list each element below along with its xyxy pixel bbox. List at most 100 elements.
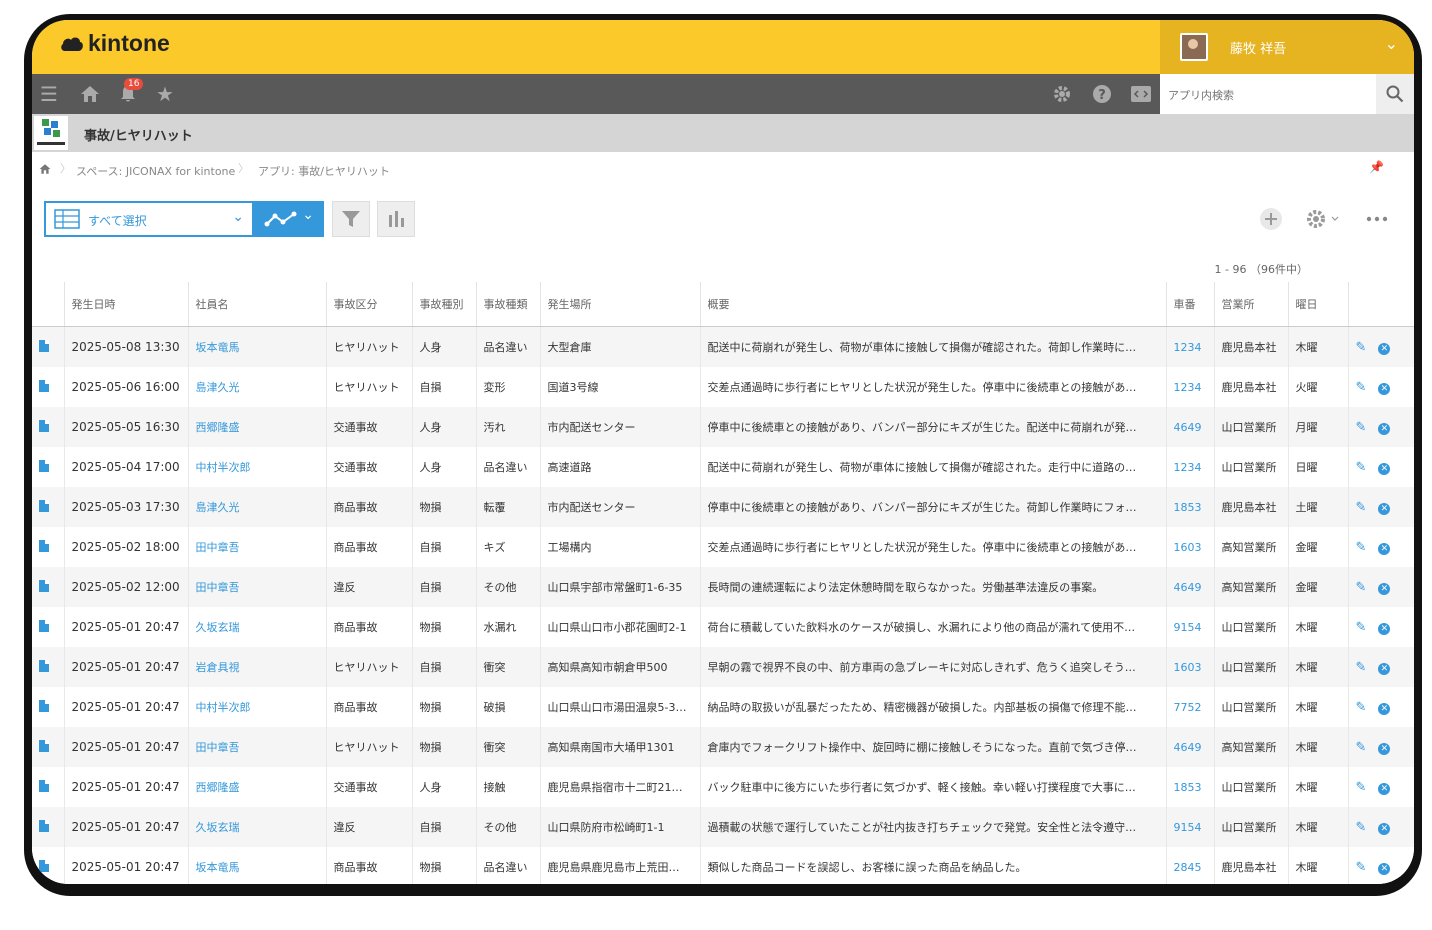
- document-icon[interactable]: [39, 859, 49, 872]
- home-icon[interactable]: [80, 84, 100, 104]
- code-icon[interactable]: [1130, 84, 1152, 104]
- employee-link[interactable]: 岩倉具視: [188, 647, 327, 687]
- column-header[interactable]: 営業所: [1214, 282, 1289, 327]
- help-icon[interactable]: ?: [1092, 84, 1112, 104]
- menu-icon[interactable]: ☰: [40, 82, 58, 106]
- delete-icon[interactable]: ✕: [1378, 342, 1391, 355]
- search-button[interactable]: [1376, 74, 1414, 114]
- edit-icon[interactable]: ✎: [1356, 540, 1367, 555]
- vehicle-number-link[interactable]: 4649: [1166, 567, 1215, 607]
- delete-icon[interactable]: ✕: [1378, 822, 1391, 835]
- employee-link[interactable]: 田中章吾: [188, 567, 327, 607]
- vehicle-number-link[interactable]: 9154: [1166, 607, 1215, 647]
- edit-icon[interactable]: ✎: [1356, 580, 1367, 595]
- vehicle-number-link[interactable]: 9154: [1166, 807, 1215, 847]
- document-icon[interactable]: [39, 659, 49, 672]
- column-header[interactable]: 発生日時: [64, 282, 189, 327]
- document-icon[interactable]: [39, 459, 49, 472]
- employee-link[interactable]: 中村半次郎: [188, 447, 327, 487]
- employee-link[interactable]: 田中章吾: [188, 727, 327, 767]
- column-header[interactable]: 概要: [700, 282, 1167, 327]
- delete-icon[interactable]: ✕: [1378, 782, 1391, 795]
- document-icon[interactable]: [39, 539, 49, 552]
- vehicle-number-link[interactable]: 1853: [1166, 487, 1215, 527]
- vehicle-number-link[interactable]: 1234: [1166, 367, 1215, 407]
- delete-icon[interactable]: ✕: [1378, 862, 1391, 875]
- edit-icon[interactable]: ✎: [1356, 740, 1367, 755]
- column-header[interactable]: 車番: [1166, 282, 1215, 327]
- employee-link[interactable]: 西郷隆盛: [188, 767, 327, 807]
- edit-icon[interactable]: ✎: [1356, 460, 1367, 475]
- table-row[interactable]: 2025-05-01 20:47 岩倉具視 ヒヤリハット 自損 衝突 高知県高知市朝倉甲5…: [32, 647, 1414, 687]
- delete-icon[interactable]: ✕: [1378, 502, 1391, 515]
- table-row[interactable]: 2025-05-01 20:47 田中章吾 ヒヤリハット 物損 衝突 高知県南国市大埇甲1…: [32, 727, 1414, 767]
- edit-icon[interactable]: ✎: [1356, 860, 1367, 875]
- column-header[interactable]: 事故種類: [476, 282, 541, 327]
- table-row[interactable]: 2025-05-02 18:00 田中章吾 商品事故 自損 キズ 工場構内 交差点通過時に歩…: [32, 527, 1414, 567]
- document-icon[interactable]: [39, 619, 49, 632]
- vehicle-number-link[interactable]: 1853: [1166, 767, 1215, 807]
- table-row[interactable]: 2025-05-01 20:47 坂本竜馬 商品事故 物損 品名違い 鹿児島県鹿児島市上荒…: [32, 847, 1414, 884]
- edit-icon[interactable]: ✎: [1356, 500, 1367, 515]
- employee-link[interactable]: 久坂玄瑞: [188, 807, 327, 847]
- edit-icon[interactable]: ✎: [1356, 700, 1367, 715]
- column-header[interactable]: 事故区分: [326, 282, 413, 327]
- employee-link[interactable]: 西郷隆盛: [188, 407, 327, 447]
- search-input[interactable]: [1166, 83, 1350, 107]
- edit-icon[interactable]: ✎: [1356, 380, 1367, 395]
- filter-button[interactable]: [332, 201, 370, 237]
- document-icon[interactable]: [39, 419, 49, 432]
- employee-link[interactable]: 久坂玄瑞: [188, 607, 327, 647]
- delete-icon[interactable]: ✕: [1378, 742, 1391, 755]
- vehicle-number-link[interactable]: 1234: [1166, 447, 1215, 487]
- column-header[interactable]: 曜日: [1288, 282, 1349, 327]
- edit-icon[interactable]: ✎: [1356, 780, 1367, 795]
- pin-icon[interactable]: 📌: [1369, 160, 1384, 174]
- vehicle-number-link[interactable]: 1603: [1166, 527, 1215, 567]
- table-row[interactable]: 2025-05-01 20:47 中村半次郎 商品事故 物損 破損 山口県山口市湯田温泉5…: [32, 687, 1414, 727]
- table-row[interactable]: 2025-05-04 17:00 中村半次郎 交通事故 人身 品名違い 高速道路 配送中に荷…: [32, 447, 1414, 487]
- graph-button[interactable]: ⌄: [252, 201, 324, 237]
- document-icon[interactable]: [39, 699, 49, 712]
- edit-icon[interactable]: ✎: [1356, 340, 1367, 355]
- chart-button[interactable]: [377, 201, 415, 237]
- employee-link[interactable]: 田中章吾: [188, 527, 327, 567]
- table-row[interactable]: 2025-05-06 16:00 島津久光 ヒヤリハット 自損 変形 国道3号線 交差点通過…: [32, 367, 1414, 407]
- table-row[interactable]: 2025-05-01 20:47 久坂玄瑞 違反 自損 その他 山口県防府市松崎町1-1 過…: [32, 807, 1414, 847]
- column-header[interactable]: 社員名: [188, 282, 327, 327]
- user-menu[interactable]: 藤牧 祥吾 ⌄: [1160, 20, 1414, 74]
- breadcrumb-space[interactable]: スペース: JICONAX for kintone: [76, 163, 235, 179]
- vehicle-number-link[interactable]: 1603: [1166, 647, 1215, 687]
- table-row[interactable]: 2025-05-02 12:00 田中章吾 違反 自損 その他 山口県宇部市常盤町1-6-…: [32, 567, 1414, 607]
- vehicle-number-link[interactable]: 4649: [1166, 407, 1215, 447]
- home-icon[interactable]: [39, 163, 51, 175]
- document-icon[interactable]: [39, 739, 49, 752]
- delete-icon[interactable]: ✕: [1378, 382, 1391, 395]
- kintone-logo[interactable]: kintone: [60, 30, 170, 57]
- chevron-down-icon[interactable]: ⌄: [1385, 34, 1398, 53]
- more-options-icon[interactable]: [1366, 209, 1388, 234]
- document-icon[interactable]: [39, 379, 49, 392]
- column-header[interactable]: 事故種別: [412, 282, 477, 327]
- gear-icon[interactable]: [1052, 84, 1072, 104]
- document-icon[interactable]: [39, 579, 49, 592]
- document-icon[interactable]: [39, 499, 49, 512]
- document-icon[interactable]: [39, 779, 49, 792]
- employee-link[interactable]: 坂本竜馬: [188, 326, 327, 367]
- table-row[interactable]: 2025-05-01 20:47 西郷隆盛 交通事故 人身 接触 鹿児島県指宿市十二町21…: [32, 767, 1414, 807]
- vehicle-number-link[interactable]: 4649: [1166, 727, 1215, 767]
- table-row[interactable]: 2025-05-05 16:30 西郷隆盛 交通事故 人身 汚れ 市内配送センター 停車中に…: [32, 407, 1414, 447]
- edit-icon[interactable]: ✎: [1356, 620, 1367, 635]
- add-record-button[interactable]: [1259, 207, 1283, 236]
- vehicle-number-link[interactable]: 7752: [1166, 687, 1215, 727]
- employee-link[interactable]: 中村半次郎: [188, 687, 327, 727]
- vehicle-number-link[interactable]: 2845: [1166, 847, 1215, 884]
- edit-icon[interactable]: ✎: [1356, 660, 1367, 675]
- delete-icon[interactable]: ✕: [1378, 462, 1391, 475]
- table-row[interactable]: 2025-05-08 13:30 坂本竜馬 ヒヤリハット 人身 品名違い 大型倉庫 配送中に…: [32, 326, 1414, 367]
- delete-icon[interactable]: ✕: [1378, 622, 1391, 635]
- column-header[interactable]: 発生場所: [540, 282, 701, 327]
- employee-link[interactable]: 坂本竜馬: [188, 847, 327, 884]
- document-icon[interactable]: [39, 339, 49, 352]
- view-select[interactable]: すべて選択 ⌄: [44, 201, 254, 237]
